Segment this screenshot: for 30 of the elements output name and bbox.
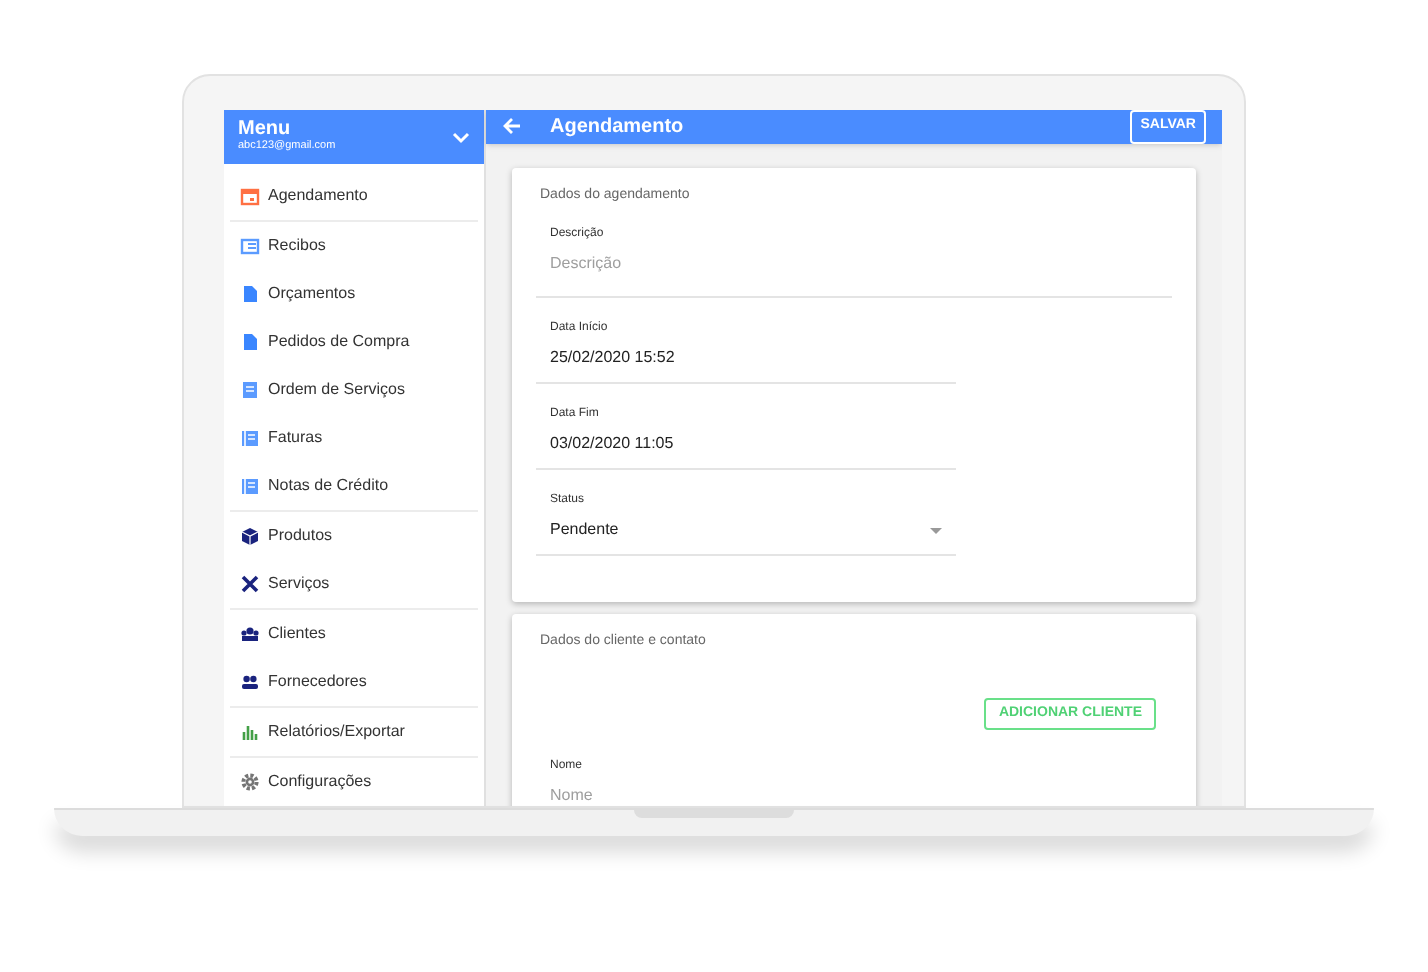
- sidebar-item[interactable]: Ordem de Serviços: [230, 366, 478, 414]
- sidebar-item[interactable]: Faturas: [230, 414, 478, 462]
- document-icon: [240, 476, 260, 496]
- sidebar-item[interactable]: Relatórios/Exportar: [230, 708, 478, 756]
- back-arrow-icon[interactable]: [502, 116, 522, 137]
- sidebar-item[interactable]: Produtos: [230, 512, 478, 560]
- calendar-icon: [240, 186, 260, 206]
- sidebar-item[interactable]: Serviços: [230, 560, 478, 608]
- document-icon: [240, 332, 260, 352]
- document-icon: [240, 380, 260, 400]
- people-icon: [240, 672, 260, 692]
- sidebar-item[interactable]: Fornecedores: [230, 658, 478, 706]
- sidebar-item[interactable]: Pedidos de Compra: [230, 318, 478, 366]
- document-icon: [240, 284, 260, 304]
- sidebar-item[interactable]: Notas de Crédito: [230, 462, 478, 510]
- sidebar-item[interactable]: Recibos: [230, 222, 478, 270]
- page-title: Agendamento: [550, 113, 686, 142]
- document-icon: [240, 428, 260, 448]
- dropdown-caret-icon: [930, 527, 942, 533]
- bar-chart-icon: [240, 722, 260, 742]
- gear-icon: [240, 772, 260, 792]
- sidebar-item[interactable]: Agendamento: [230, 172, 478, 220]
- sidebar-item[interactable]: Configurações: [230, 758, 478, 806]
- menu-title: Menu: [238, 120, 291, 141]
- cube-icon: [240, 526, 260, 546]
- sidebar-item[interactable]: Orçamentos: [230, 270, 478, 318]
- chevron-down-icon: [452, 131, 470, 143]
- receipt-icon: [240, 236, 260, 256]
- group-icon: [240, 624, 260, 644]
- sidebar-item[interactable]: Clientes: [230, 610, 478, 658]
